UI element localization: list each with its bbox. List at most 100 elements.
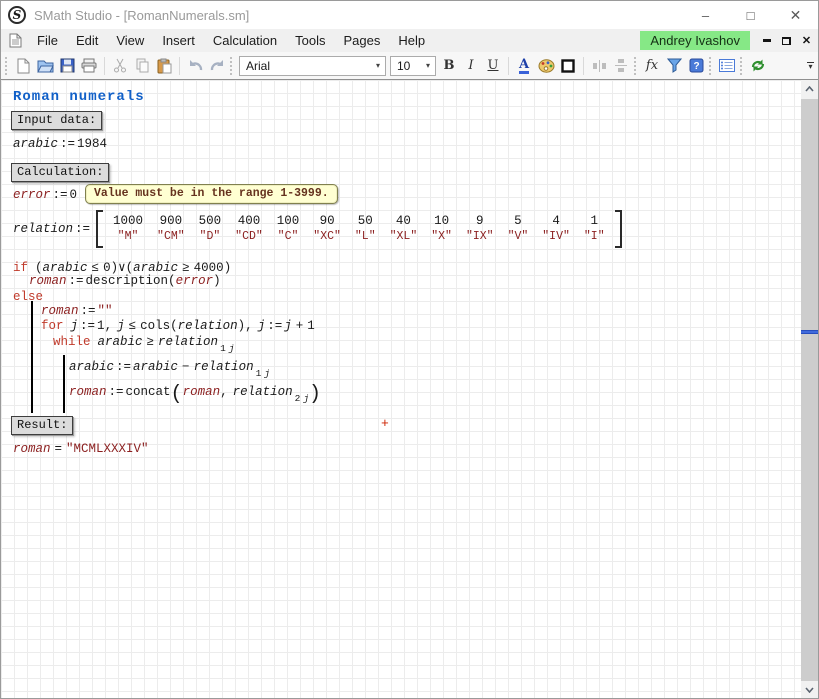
concat-assignment[interactable]: roman:=concat(roman,relation2j) [69,383,321,406]
insertion-cursor: + [381,416,389,431]
show-descriptions-button[interactable] [716,55,738,77]
menu-tools[interactable]: Tools [286,29,334,52]
scroll-down-button[interactable] [801,681,818,698]
font-color-button[interactable]: A [513,55,535,77]
maximize-icon: □ [747,8,755,23]
matrix-column: 100"C" [270,213,307,245]
redo-button[interactable] [206,55,228,77]
toolbar-grip[interactable] [230,57,233,75]
value-1984: 1984 [77,137,107,151]
menu-pages[interactable]: Pages [335,29,390,52]
menu-bar: File Edit View Insert Calculation Tools … [1,29,818,52]
assign-op: := [53,188,68,202]
redo-arrow-icon [209,58,226,73]
menu-file[interactable]: File [28,29,67,52]
description-assignment[interactable]: roman:=description(error) [29,274,221,288]
worksheet-canvas[interactable]: Roman numerals Input data: arabic:=1984 … [1,80,803,698]
menu-view[interactable]: View [107,29,153,52]
subscript-index: 1j [220,343,234,354]
child-close-button[interactable]: ✕ [798,32,815,49]
for-statement[interactable]: forj:=1,j≤cols(relation),j:=j+1 [41,319,315,333]
document-icon[interactable] [9,33,22,48]
menu-help[interactable]: Help [389,29,434,52]
var-relation: relation [13,222,73,236]
maximize-button[interactable]: □ [728,1,773,29]
child-restore-button[interactable] [778,32,795,49]
save-floppy-icon [60,58,75,73]
toolbar-grip[interactable] [740,57,743,75]
toolbar: Arial ▾ 10 ▾ B I U A fx ? ▾ [1,52,818,80]
menu-calculation[interactable]: Calculation [204,29,286,52]
sheet-title[interactable]: Roman numerals [13,89,145,105]
scroll-up-button[interactable] [801,80,818,97]
toolbar-grip[interactable] [634,57,637,75]
arabic-subtract-assignment[interactable]: arabic:=arabic−relation1j [69,360,270,374]
recalculate-button[interactable] [747,55,769,77]
close-button[interactable]: ✕ [773,1,818,29]
border-square-icon [561,59,575,73]
undo-button[interactable] [184,55,206,77]
assignment-arabic[interactable]: arabic:=1984 [13,137,107,151]
font-family-select[interactable]: Arial ▾ [239,56,386,76]
print-icon [81,58,97,73]
new-button[interactable] [12,55,34,77]
matrix-column: 4"IV" [535,213,577,245]
underline-button[interactable]: U [482,55,504,77]
font-size-select[interactable]: 10 ▾ [390,56,436,76]
assignment-error[interactable]: error:=0 [13,188,77,202]
matrix-column: 400"CD" [228,213,270,245]
child-close-icon: ✕ [802,34,811,47]
save-button[interactable] [56,55,78,77]
menu-insert[interactable]: Insert [153,29,204,52]
window-controls: – □ ✕ [683,1,818,29]
close-icon: ✕ [790,7,802,24]
background-color-button[interactable] [535,55,557,77]
app-logo-letter: S [13,8,22,22]
section-label-input[interactable]: Input data: [11,111,102,130]
paste-button[interactable] [153,55,175,77]
user-account-badge[interactable]: Andrey Ivashov [640,31,750,50]
child-minimize-icon [763,39,771,42]
horizontal-separator-button[interactable] [588,55,610,77]
reference-book-button[interactable]: ? [685,55,707,77]
chevron-up-icon [805,86,814,92]
horizontal-split-icon [592,60,607,72]
if-statement[interactable]: if(arabic≤0)∨(arabic≥4000) [13,259,231,275]
insert-unit-button[interactable] [663,55,685,77]
open-button[interactable] [34,55,56,77]
print-button[interactable] [78,55,100,77]
else-keyword[interactable]: else [13,290,43,304]
section-label-result[interactable]: Result: [11,416,73,435]
copy-icon [135,58,150,73]
minimize-button[interactable]: – [683,1,728,29]
vertical-separator-button[interactable] [610,55,632,77]
italic-button[interactable]: I [460,55,482,77]
vertical-scrollbar[interactable] [801,80,818,698]
toolbar-grip[interactable] [5,57,8,75]
cut-button[interactable] [109,55,131,77]
list-options-icon [719,59,735,72]
toolbar-separator [104,57,105,75]
child-minimize-button[interactable] [758,32,775,49]
insert-function-button[interactable]: fx [641,55,663,77]
toolbar-separator [508,57,509,75]
border-button[interactable] [557,55,579,77]
scrollbar-thumb[interactable] [801,99,818,681]
cut-scissors-icon [113,58,127,73]
open-folder-icon [37,58,54,73]
assignment-relation[interactable]: relation := 1000"M" 900"CM" 500"D" 400"C… [13,210,622,248]
filter-funnel-icon [667,58,682,73]
result-output[interactable]: roman="MCMLXXXIV" [13,442,149,456]
copy-button[interactable] [131,55,153,77]
section-label-calculation[interactable]: Calculation: [11,163,109,182]
vertical-split-icon [615,58,627,73]
toolbar-overflow-button[interactable]: ▾ [807,62,814,70]
empty-string-assignment[interactable]: roman:="" [41,304,113,318]
matrix-column: 1"I" [577,213,612,245]
outer-line-block [31,301,33,413]
bold-button[interactable]: B [438,55,460,77]
while-statement[interactable]: whilearabic≥relation1j [53,335,234,349]
toolbar-grip[interactable] [709,57,712,75]
inner-line-block [63,355,65,413]
menu-edit[interactable]: Edit [67,29,107,52]
